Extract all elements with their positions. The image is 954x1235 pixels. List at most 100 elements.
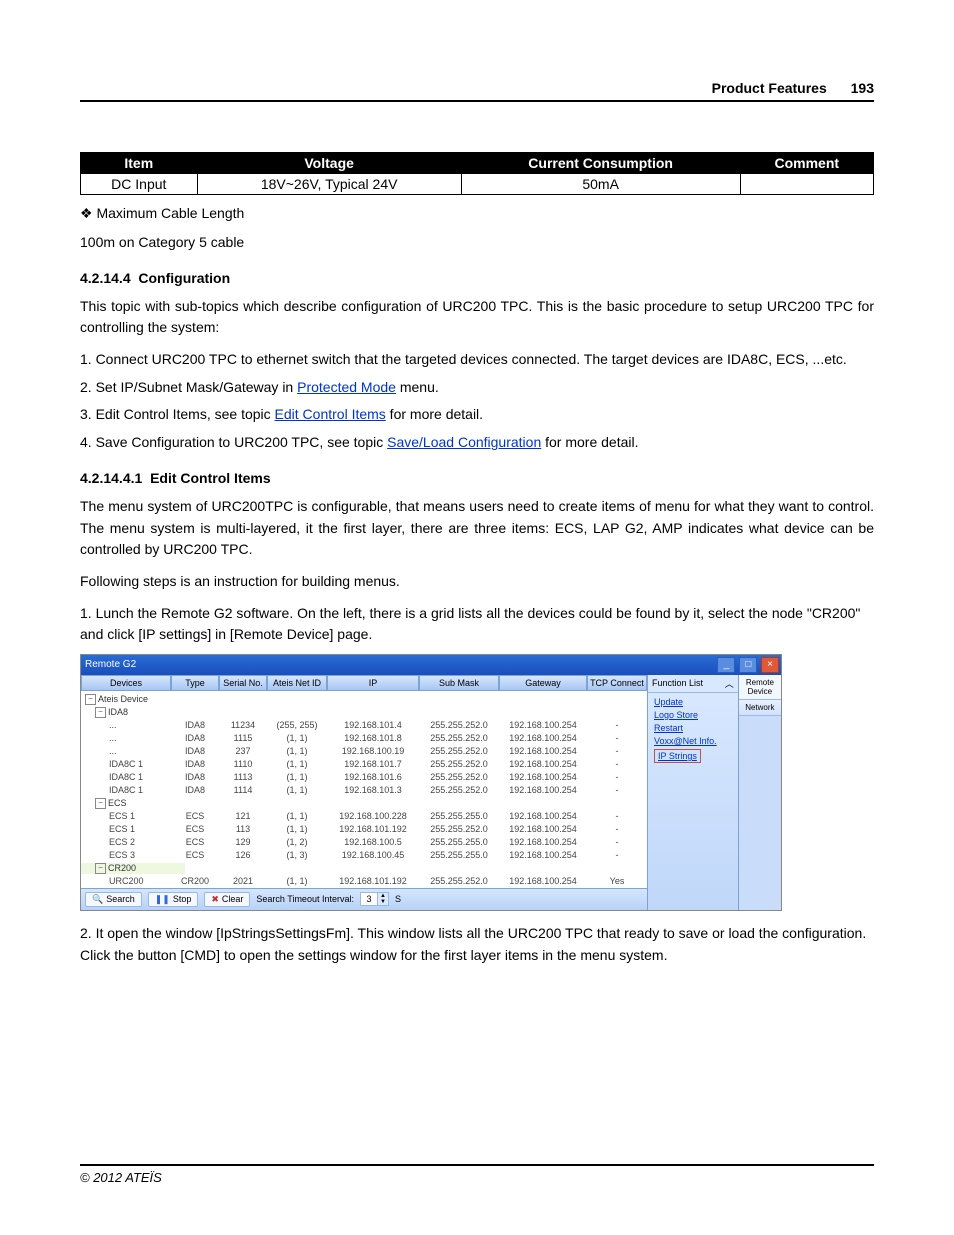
cell-ip: 192.168.100.19 [327, 746, 419, 756]
table-row[interactable]: ECS 2ECS129(1, 2)192.168.100.5255.255.25… [81, 836, 647, 849]
col-netid[interactable]: Ateis Net ID [267, 675, 327, 691]
fn-logo-store[interactable]: Logo Store [654, 710, 732, 720]
cell-gateway: 192.168.100.254 [499, 772, 587, 782]
cell-type: IDA8 [171, 785, 219, 795]
window-titlebar[interactable]: Remote G2 _ □ × [81, 655, 781, 675]
interval-label: Search Timeout Interval: [256, 894, 354, 904]
cell-device: URC200 [81, 876, 171, 886]
minimize-icon[interactable]: _ [717, 657, 735, 673]
th-voltage: Voltage [197, 153, 461, 174]
pause-icon: ❚❚ [155, 894, 170, 905]
cell-device: ECS 1 [81, 811, 171, 821]
function-list-panel: Function List ︿ Update Logo Store Restar… [647, 675, 738, 910]
fn-restart[interactable]: Restart [654, 723, 732, 733]
cell-serial: 237 [219, 746, 267, 756]
cell-tcp: - [587, 837, 647, 847]
cell-tcp: - [587, 733, 647, 743]
cell-ip: 192.168.100.228 [327, 811, 419, 821]
cell-submask: 255.255.252.0 [419, 772, 499, 782]
cell-type: ECS [171, 837, 219, 847]
cell-gateway: 192.168.100.254 [499, 785, 587, 795]
cell-tcp: - [587, 850, 647, 860]
col-tcp[interactable]: TCP Connect [587, 675, 647, 691]
cell-serial: 1110 [219, 759, 267, 769]
stop-button[interactable]: ❚❚Stop [148, 892, 199, 907]
table-row[interactable]: ECS 1ECS121(1, 1)192.168.100.228255.255.… [81, 810, 647, 823]
section-title: Configuration [138, 270, 230, 286]
search-icon: 🔍 [92, 894, 103, 905]
col-serial[interactable]: Serial No. [219, 675, 267, 691]
function-list-title: Function List [652, 678, 703, 688]
maximize-icon[interactable]: □ [739, 657, 757, 673]
expander-icon[interactable]: − [95, 863, 106, 874]
interval-input[interactable] [361, 894, 377, 904]
cell-tcp: - [587, 746, 647, 756]
table-row[interactable]: ...IDA8237(1, 1)192.168.100.19255.255.25… [81, 745, 647, 758]
tree-group-ecs[interactable]: −ECS [81, 798, 185, 809]
cell-submask: 255.255.252.0 [419, 720, 499, 730]
cell-ip: 192.168.101.3 [327, 785, 419, 795]
tree-root[interactable]: −Ateis Device [81, 694, 175, 705]
link-protected-mode[interactable]: Protected Mode [297, 379, 396, 395]
chevron-up-icon[interactable]: ︿ [725, 677, 734, 690]
spin-down-icon[interactable]: ▼ [377, 899, 388, 905]
section-title-b: Edit Control Items [150, 470, 271, 486]
cell-netid: (1, 1) [267, 785, 327, 795]
section-config: 4.2.14.4 Configuration [80, 270, 874, 286]
table-row[interactable]: ECS 1ECS113(1, 1)192.168.101.192255.255.… [81, 823, 647, 836]
cell-submask: 255.255.252.0 [419, 824, 499, 834]
fn-update[interactable]: Update [654, 697, 732, 707]
footer-text: © 2012 ATEÏS [80, 1170, 162, 1185]
table-row[interactable]: IDA8C 1IDA81110(1, 1)192.168.101.7255.25… [81, 758, 647, 771]
tab-network[interactable]: Network [739, 700, 781, 716]
cell-ip: 192.168.101.8 [327, 733, 419, 743]
cell-device: ... [81, 746, 171, 756]
table-row[interactable]: ...IDA811234(255, 255)192.168.101.4255.2… [81, 719, 647, 732]
cell-serial: 113 [219, 824, 267, 834]
th-item: Item [81, 153, 198, 174]
interval-stepper[interactable]: ▲▼ [360, 892, 389, 906]
cell-device: IDA8C 1 [81, 772, 171, 782]
tab-remote-device[interactable]: Remote Device [739, 675, 781, 700]
cell-type: IDA8 [171, 720, 219, 730]
cell-ip: 192.168.101.4 [327, 720, 419, 730]
clear-button[interactable]: ✖Clear [204, 892, 250, 907]
close-icon[interactable]: × [761, 657, 779, 673]
cell-netid: (1, 1) [267, 759, 327, 769]
window-buttons: _ □ × [716, 657, 779, 673]
cell-device: IDA8C 1 [81, 759, 171, 769]
grid-body[interactable]: −Ateis Device −IDA8 ...IDA811234(255, 25… [81, 691, 647, 888]
cell-netid: (1, 2) [267, 837, 327, 847]
fn-ip-strings[interactable]: IP Strings [654, 749, 701, 763]
table-row[interactable]: URC200CR2002021(1, 1)192.168.101.192255.… [81, 875, 647, 888]
table-row[interactable]: IDA8C 1IDA81113(1, 1)192.168.101.6255.25… [81, 771, 647, 784]
link-save-load-config[interactable]: Save/Load Configuration [387, 434, 541, 450]
col-type[interactable]: Type [171, 675, 219, 691]
cell-submask: 255.255.252.0 [419, 746, 499, 756]
col-ip[interactable]: IP [327, 675, 419, 691]
tree-group-cr200[interactable]: −CR200 [81, 863, 185, 874]
tree-group-ida8[interactable]: −IDA8 [81, 707, 185, 718]
search-button[interactable]: 🔍Search [85, 892, 142, 907]
cell-tcp: - [587, 785, 647, 795]
expander-icon[interactable]: − [85, 694, 96, 705]
expander-icon[interactable]: − [95, 798, 106, 809]
fn-voxnet[interactable]: Voxx@Net Info. [654, 736, 732, 746]
cell-tcp: - [587, 811, 647, 821]
cell-serial: 121 [219, 811, 267, 821]
interval-unit: S [395, 894, 401, 904]
para-b2: Following steps is an instruction for bu… [80, 571, 874, 593]
section-edit-items: 4.2.14.4.1 Edit Control Items [80, 470, 874, 486]
step-b2: 2. It open the window [IpStringsSettings… [80, 923, 874, 966]
table-row[interactable]: ...IDA81115(1, 1)192.168.101.8255.255.25… [81, 732, 647, 745]
col-gateway[interactable]: Gateway [499, 675, 587, 691]
td-current: 50mA [461, 174, 740, 195]
col-devices[interactable]: Devices [81, 675, 171, 691]
expander-icon[interactable]: − [95, 707, 106, 718]
cell-netid: (255, 255) [267, 720, 327, 730]
link-edit-control-items[interactable]: Edit Control Items [275, 406, 386, 422]
table-row[interactable]: IDA8C 1IDA81114(1, 1)192.168.101.3255.25… [81, 784, 647, 797]
table-row[interactable]: ECS 3ECS126(1, 3)192.168.100.45255.255.2… [81, 849, 647, 862]
col-submask[interactable]: Sub Mask [419, 675, 499, 691]
step-a3: 3. Edit Control Items, see topic Edit Co… [80, 404, 874, 426]
